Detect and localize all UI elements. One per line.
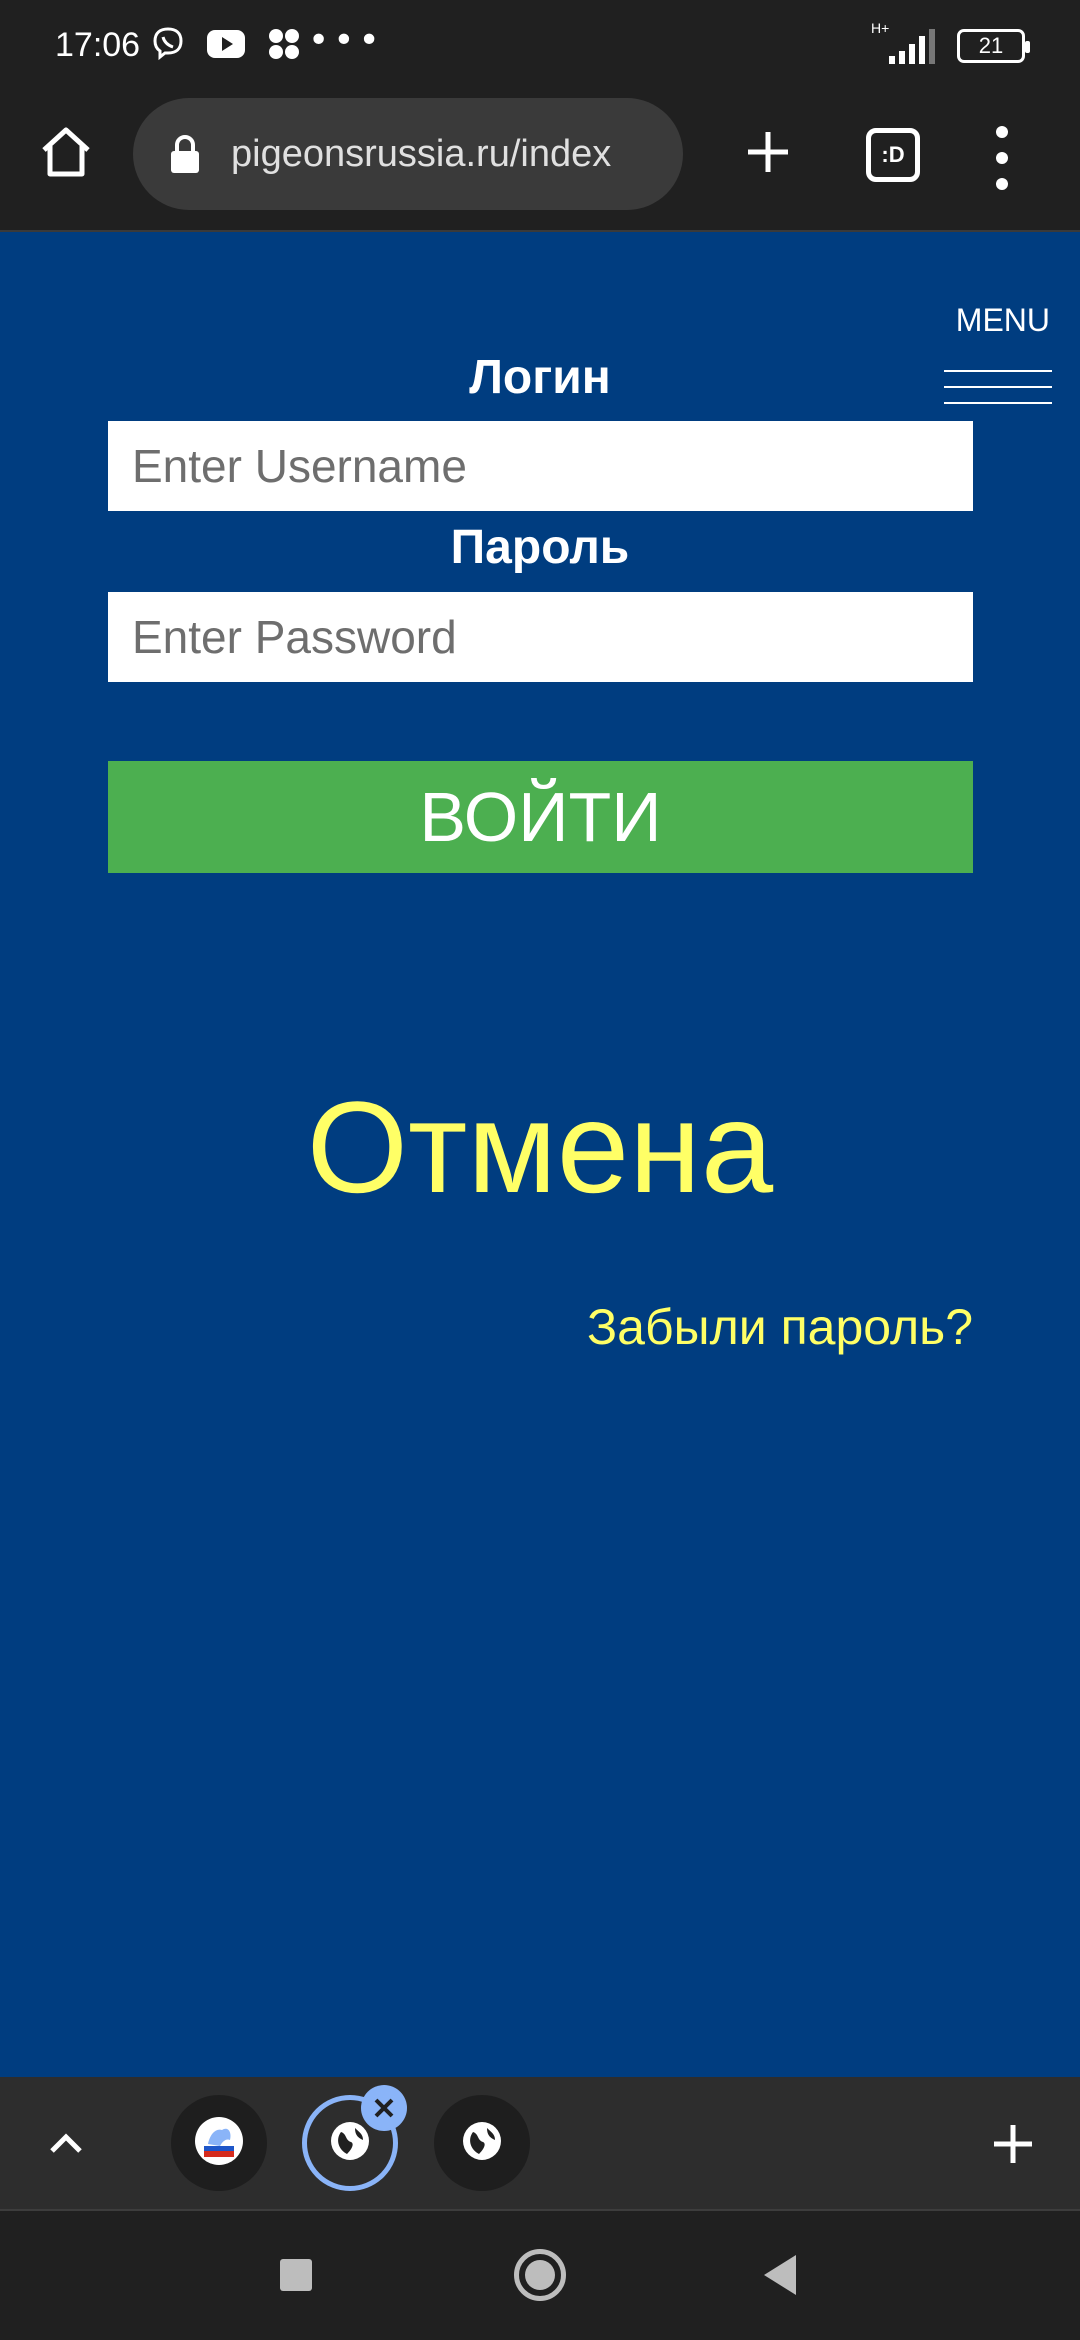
- login-page: MENU Логин Пароль ВОЙТИ Отмена Забыли па…: [0, 232, 1080, 2077]
- viber-icon: [148, 24, 188, 64]
- url-text[interactable]: pigeonsrussia.ru/index: [231, 133, 611, 176]
- username-input[interactable]: [108, 421, 973, 511]
- add-tab-icon[interactable]: [990, 2121, 1036, 2167]
- tab-switcher-button[interactable]: :D: [866, 128, 920, 182]
- home-icon[interactable]: [36, 122, 96, 182]
- tab-strip: [0, 2077, 1080, 2211]
- password-input[interactable]: [108, 592, 973, 682]
- battery-level: 21: [978, 33, 1004, 58]
- password-label: Пароль: [450, 521, 630, 574]
- app-icon: [264, 24, 304, 64]
- signal-icon: H+: [869, 20, 939, 66]
- cancel-link[interactable]: Отмена: [0, 1072, 1080, 1222]
- notification-icons: [148, 24, 304, 64]
- login-label: Логин: [469, 351, 611, 404]
- status-right: H+ 21: [869, 20, 1030, 66]
- new-tab-icon[interactable]: [740, 124, 796, 180]
- home-button-icon[interactable]: [514, 2249, 566, 2301]
- more-notifications-icon: •••: [308, 20, 384, 61]
- lock-icon: [169, 134, 201, 174]
- tab-item[interactable]: [171, 2095, 267, 2191]
- globe-icon: [461, 2120, 503, 2166]
- browser-toolbar: pigeonsrussia.ru/index :D: [0, 90, 1080, 232]
- system-nav-bar: [0, 2211, 1080, 2340]
- login-button[interactable]: ВОЙТИ: [108, 761, 973, 873]
- address-bar[interactable]: pigeonsrussia.ru/index: [133, 98, 683, 210]
- back-icon[interactable]: [764, 2255, 796, 2295]
- menu-label[interactable]: MENU: [956, 302, 1050, 339]
- close-tab-icon[interactable]: [361, 2085, 407, 2131]
- status-time: 17:06: [55, 26, 141, 64]
- chevron-up-icon[interactable]: [44, 2121, 88, 2165]
- globe-icon: [329, 2120, 371, 2166]
- status-bar: 17:06 ••• H+ 21: [0, 0, 1080, 90]
- forgot-password-link[interactable]: Забыли пароль?: [587, 1298, 973, 1356]
- tab-item[interactable]: [434, 2095, 530, 2191]
- site-favicon-icon: [194, 2116, 244, 2170]
- more-menu-icon[interactable]: [990, 126, 1014, 190]
- youtube-icon: [206, 24, 246, 64]
- battery-icon: 21: [957, 29, 1030, 63]
- recent-apps-icon[interactable]: [280, 2259, 312, 2291]
